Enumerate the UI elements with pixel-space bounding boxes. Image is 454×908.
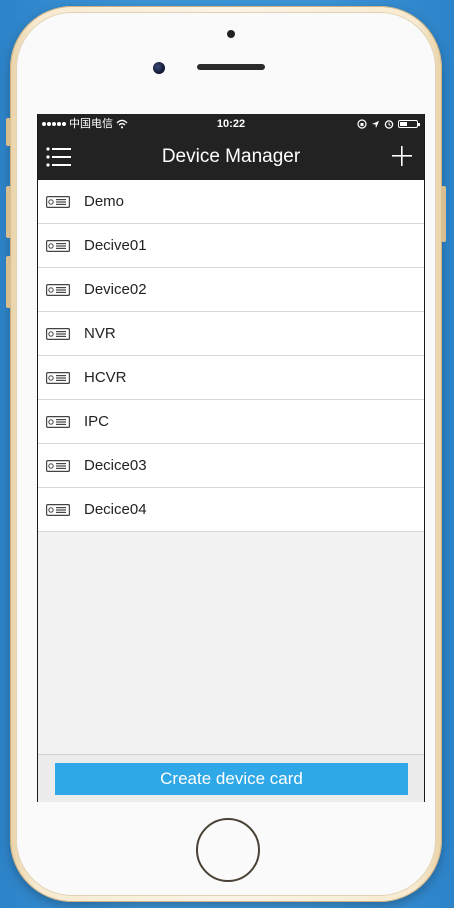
device-row-demo[interactable]: Demo (38, 180, 424, 224)
device-row-decice03[interactable]: Decice03 (38, 444, 424, 488)
device-row-decice04[interactable]: Decice04 (38, 488, 424, 532)
device-row-decive01[interactable]: Decive01 (38, 224, 424, 268)
earpiece-speaker (197, 64, 265, 70)
device-name: Decice03 (84, 457, 147, 474)
status-bar: 中国电信 10:22 (38, 114, 424, 134)
device-name: HCVR (84, 369, 127, 386)
front-camera-icon (153, 62, 165, 74)
dvr-device-icon (46, 283, 70, 296)
add-device-button[interactable] (390, 144, 414, 168)
device-row-device02[interactable]: Device02 (38, 268, 424, 312)
dvr-device-icon (46, 195, 70, 208)
navigation-bar: Device Manager (38, 134, 424, 180)
dvr-device-icon (46, 327, 70, 340)
volume-down-button (6, 256, 11, 308)
location-arrow-icon (371, 120, 380, 128)
volume-up-button (6, 186, 11, 238)
battery-icon (398, 120, 420, 128)
page-title: Device Manager (161, 146, 301, 167)
proximity-sensor (227, 30, 235, 38)
dvr-device-icon (46, 459, 70, 472)
dvr-device-icon (46, 371, 70, 384)
status-right (357, 114, 420, 134)
device-name: Decice04 (84, 501, 147, 518)
power-button (441, 186, 446, 242)
device-name: Demo (84, 193, 125, 210)
dvr-device-icon (46, 415, 70, 428)
bottom-bar: Create device card (38, 754, 424, 802)
create-device-card-button[interactable]: Create device card (55, 763, 408, 795)
device-row-hcvr[interactable]: HCVR (38, 356, 424, 400)
device-name: NVR (84, 325, 116, 342)
device-row-nvr[interactable]: NVR (38, 312, 424, 356)
dvr-device-icon (46, 239, 70, 252)
device-name: Decive01 (84, 237, 147, 254)
dvr-device-icon (46, 503, 70, 516)
device-row-ipc[interactable]: IPC (38, 400, 424, 444)
alarm-icon (384, 120, 394, 129)
home-button[interactable] (196, 818, 260, 882)
device-name: Device02 (84, 281, 147, 298)
app-screen: 中国电信 10:22 Device Manager Demo Decive01 … (37, 114, 425, 802)
device-name: IPC (84, 413, 110, 430)
plus-icon (392, 146, 412, 166)
orientation-lock-icon (357, 119, 367, 129)
mute-switch (6, 118, 11, 146)
device-list: Demo Decive01 Device02 NVR HCVR IPC Deci… (38, 180, 424, 532)
